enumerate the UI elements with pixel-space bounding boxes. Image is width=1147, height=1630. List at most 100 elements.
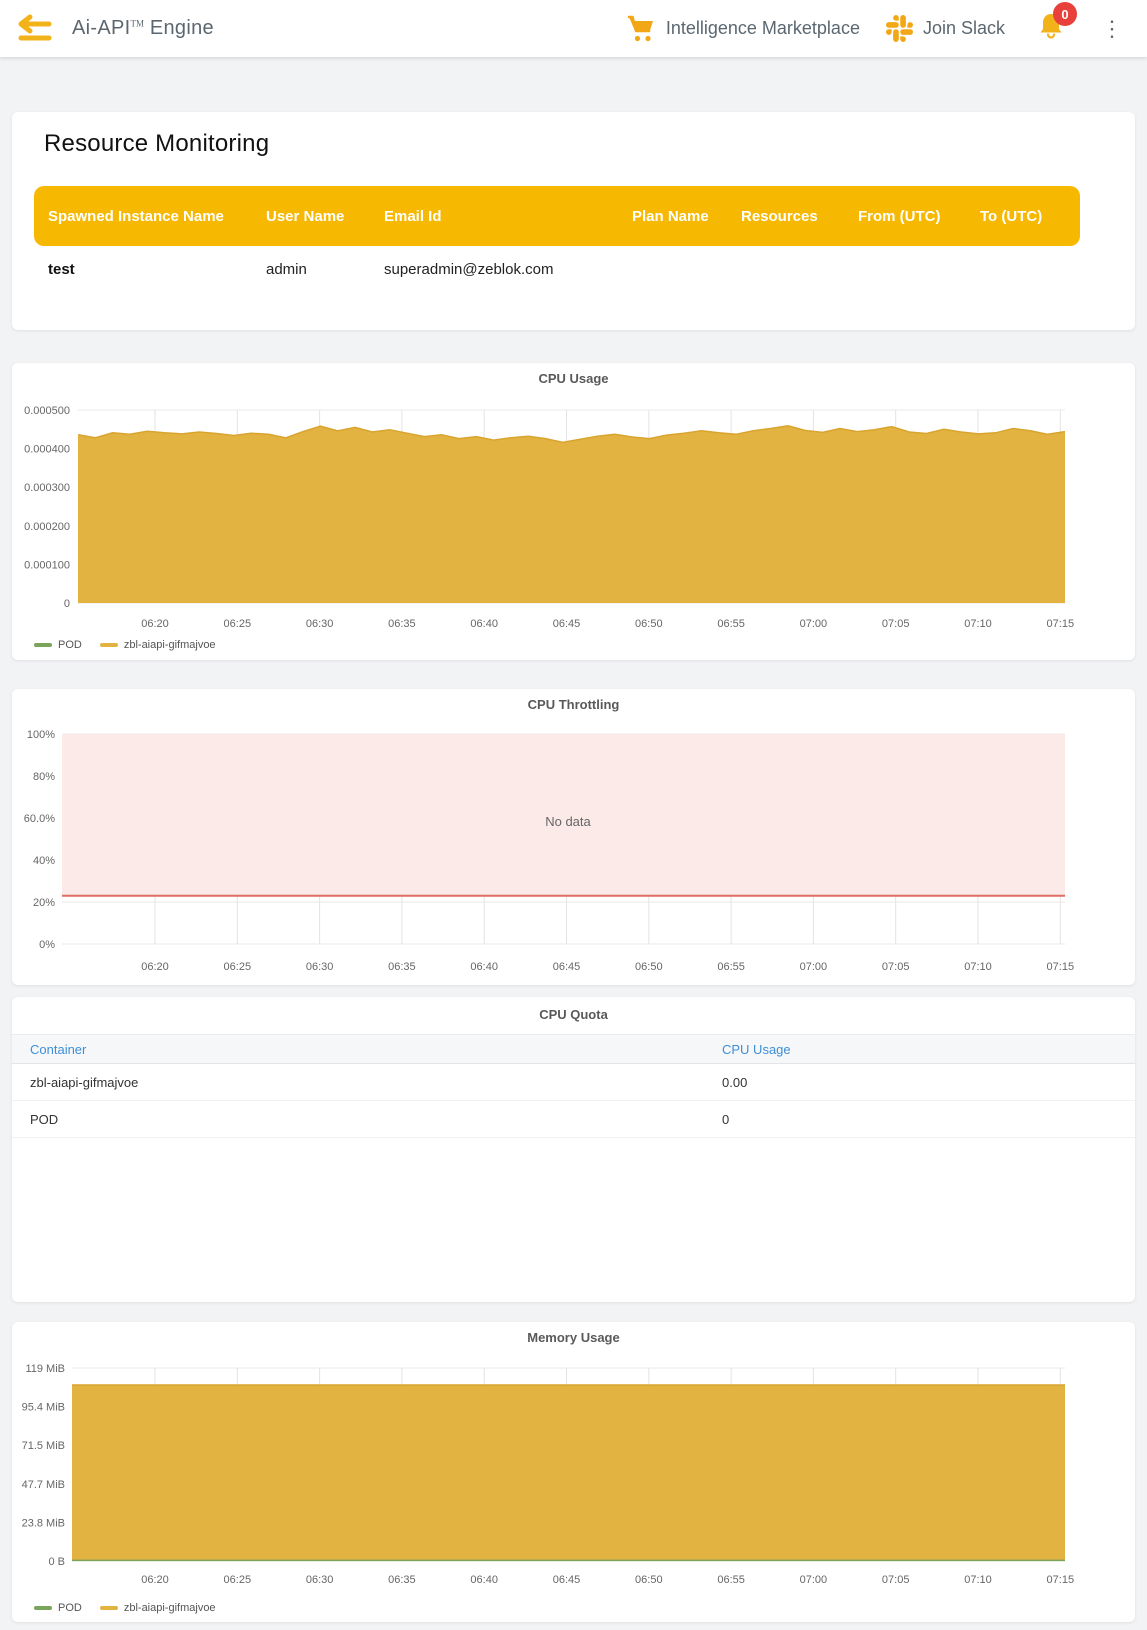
svg-text:06:30: 06:30 bbox=[306, 1574, 334, 1586]
svg-text:06:25: 06:25 bbox=[224, 618, 252, 630]
svg-text:07:00: 07:00 bbox=[800, 1574, 828, 1586]
svg-text:95.4 MiB: 95.4 MiB bbox=[22, 1402, 65, 1414]
memory-usage-card: Memory Usage 119 MiB95.4 MiB71.5 MiB47.7… bbox=[12, 1322, 1135, 1622]
resource-monitoring-card: Resource Monitoring Spawned Instance Nam… bbox=[12, 112, 1135, 330]
svg-text:07:10: 07:10 bbox=[964, 961, 992, 973]
cpu-quota-title: CPU Quota bbox=[12, 997, 1135, 1022]
column-header[interactable]: Container bbox=[12, 1042, 722, 1057]
memory-usage-chart: 119 MiB95.4 MiB71.5 MiB47.7 MiB23.8 MiB0… bbox=[12, 1322, 1135, 1622]
legend-item[interactable]: POD bbox=[34, 1602, 82, 1614]
svg-text:06:35: 06:35 bbox=[388, 618, 416, 630]
nav-intelligence-marketplace[interactable]: Intelligence Marketplace bbox=[626, 15, 860, 43]
svg-text:07:05: 07:05 bbox=[882, 1574, 910, 1586]
back-arrow-icon bbox=[16, 13, 54, 45]
notification-badge: 0 bbox=[1053, 2, 1077, 26]
table-row[interactable]: testadminsuperadmin@zeblok.com bbox=[34, 246, 1080, 292]
table-cell: 0.00 bbox=[722, 1075, 1135, 1090]
legend-label: POD bbox=[58, 1602, 82, 1614]
back-button[interactable] bbox=[16, 13, 54, 45]
svg-text:06:55: 06:55 bbox=[717, 961, 745, 973]
legend-swatch bbox=[100, 643, 118, 647]
svg-text:No data: No data bbox=[545, 814, 591, 829]
app-title: Ai-APITM Engine bbox=[72, 17, 214, 40]
svg-text:06:50: 06:50 bbox=[635, 1574, 663, 1586]
nav-join-slack[interactable]: Join Slack bbox=[886, 15, 1005, 42]
legend-label: zbl-aiapi-gifmajvoe bbox=[124, 1602, 216, 1614]
brand-name: Ai-API bbox=[72, 17, 130, 39]
svg-text:0 B: 0 B bbox=[48, 1556, 65, 1568]
svg-text:06:35: 06:35 bbox=[388, 961, 416, 973]
svg-text:0.000300: 0.000300 bbox=[24, 482, 70, 494]
column-header: To (UTC) bbox=[980, 208, 1080, 225]
svg-text:23.8 MiB: 23.8 MiB bbox=[22, 1517, 65, 1529]
cpu-throttling-card: CPU Throttling 100%80%60.0%40%20%0%No da… bbox=[12, 689, 1135, 985]
svg-text:100%: 100% bbox=[27, 729, 55, 741]
svg-text:06:40: 06:40 bbox=[470, 961, 498, 973]
page-title: Resource Monitoring bbox=[44, 130, 1135, 158]
svg-text:0.000400: 0.000400 bbox=[24, 444, 70, 456]
svg-text:07:00: 07:00 bbox=[800, 618, 828, 630]
table-row: POD0 bbox=[12, 1101, 1135, 1138]
svg-text:06:20: 06:20 bbox=[141, 618, 169, 630]
svg-text:06:45: 06:45 bbox=[553, 961, 581, 973]
column-header: User Name bbox=[266, 208, 384, 225]
svg-text:07:00: 07:00 bbox=[800, 961, 828, 973]
svg-text:06:45: 06:45 bbox=[553, 1574, 581, 1586]
brand-tm: TM bbox=[130, 18, 144, 28]
svg-text:07:15: 07:15 bbox=[1047, 961, 1075, 973]
column-header: Resources bbox=[741, 208, 858, 225]
svg-text:119 MiB: 119 MiB bbox=[25, 1363, 65, 1375]
cart-icon bbox=[626, 15, 656, 43]
slack-icon bbox=[886, 15, 913, 42]
legend-label: POD bbox=[58, 639, 82, 651]
table-cell: superadmin@zeblok.com bbox=[384, 261, 632, 278]
svg-text:06:30: 06:30 bbox=[306, 618, 334, 630]
svg-text:0.000500: 0.000500 bbox=[24, 405, 70, 417]
nav-item-label: Join Slack bbox=[923, 18, 1005, 39]
table-cell: test bbox=[34, 261, 266, 278]
notifications-button[interactable]: 0 bbox=[1037, 11, 1065, 46]
instance-table-header: Spawned Instance NameUser NameEmail IdPl… bbox=[34, 186, 1080, 246]
column-header: Email Id bbox=[384, 208, 632, 225]
svg-text:07:10: 07:10 bbox=[964, 1574, 992, 1586]
svg-text:20%: 20% bbox=[33, 897, 55, 909]
legend-swatch bbox=[100, 1606, 118, 1610]
svg-text:40%: 40% bbox=[33, 855, 55, 867]
svg-text:06:40: 06:40 bbox=[470, 1574, 498, 1586]
svg-text:07:15: 07:15 bbox=[1047, 618, 1075, 630]
cpu-quota-table-body: zbl-aiapi-gifmajvoe0.00POD0 bbox=[12, 1064, 1135, 1138]
svg-text:60.0%: 60.0% bbox=[24, 813, 55, 825]
svg-text:0.000100: 0.000100 bbox=[24, 559, 70, 571]
memory-usage-legend: POD zbl-aiapi-gifmajvoe bbox=[34, 1602, 216, 1614]
table-cell: 0 bbox=[722, 1112, 1135, 1127]
table-cell: admin bbox=[266, 261, 384, 278]
legend-item[interactable]: zbl-aiapi-gifmajvoe bbox=[100, 639, 216, 651]
svg-text:06:20: 06:20 bbox=[141, 961, 169, 973]
cpu-quota-table-header: ContainerCPU Usage bbox=[12, 1034, 1135, 1064]
more-menu-button[interactable]: ⋮ bbox=[1095, 18, 1129, 40]
nav-item-label: Intelligence Marketplace bbox=[666, 18, 860, 39]
svg-text:06:30: 06:30 bbox=[306, 961, 334, 973]
cpu-usage-chart: 0.0005000.0004000.0003000.0002000.000100… bbox=[12, 363, 1135, 660]
instance-table-body: testadminsuperadmin@zeblok.com bbox=[34, 246, 1080, 292]
legend-label: zbl-aiapi-gifmajvoe bbox=[124, 639, 216, 651]
column-header[interactable]: CPU Usage bbox=[722, 1042, 1135, 1057]
svg-text:06:35: 06:35 bbox=[388, 1574, 416, 1586]
svg-text:07:10: 07:10 bbox=[964, 618, 992, 630]
svg-text:0: 0 bbox=[64, 598, 70, 610]
legend-item[interactable]: zbl-aiapi-gifmajvoe bbox=[100, 1602, 216, 1614]
svg-text:07:15: 07:15 bbox=[1047, 1574, 1075, 1586]
cpu-usage-card: CPU Usage 0.0005000.0004000.0003000.0002… bbox=[12, 363, 1135, 660]
cpu-usage-legend: POD zbl-aiapi-gifmajvoe bbox=[34, 639, 216, 651]
legend-item[interactable]: POD bbox=[34, 639, 82, 651]
column-header: Plan Name bbox=[632, 208, 741, 225]
table-cell: POD bbox=[12, 1112, 722, 1127]
svg-text:06:45: 06:45 bbox=[553, 618, 581, 630]
svg-text:06:25: 06:25 bbox=[224, 1574, 252, 1586]
legend-swatch bbox=[34, 643, 52, 647]
svg-text:06:40: 06:40 bbox=[470, 618, 498, 630]
svg-text:06:50: 06:50 bbox=[635, 618, 663, 630]
svg-text:06:55: 06:55 bbox=[717, 618, 745, 630]
svg-text:06:50: 06:50 bbox=[635, 961, 663, 973]
svg-text:71.5 MiB: 71.5 MiB bbox=[22, 1440, 65, 1452]
